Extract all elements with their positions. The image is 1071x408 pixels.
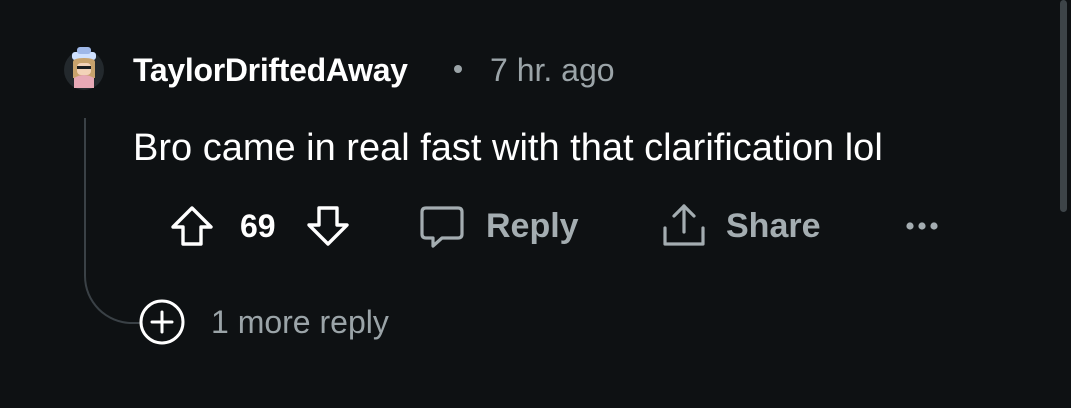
more-replies-link[interactable]: 1 more reply (211, 302, 389, 342)
avatar[interactable] (62, 44, 106, 92)
comment-thread: TaylorDriftedAway 7 hr. ago Bro came in … (0, 0, 1071, 408)
share-upload-icon[interactable] (660, 200, 708, 248)
share-button[interactable]: Share (726, 206, 821, 246)
arrow-down-icon[interactable] (306, 204, 350, 248)
comment-body: Bro came in real fast with that clarific… (133, 127, 883, 169)
speech-bubble-icon[interactable] (418, 202, 466, 250)
scrollbar[interactable] (1060, 0, 1067, 212)
plus-circle-icon[interactable] (138, 298, 186, 346)
separator-dot (454, 65, 462, 73)
thread-line[interactable] (84, 118, 140, 324)
vote-count: 69 (240, 208, 276, 244)
reply-button[interactable]: Reply (486, 206, 579, 246)
arrow-up-icon[interactable] (170, 204, 214, 248)
ellipsis-icon[interactable] (902, 214, 942, 238)
username[interactable]: TaylorDriftedAway (133, 50, 408, 90)
timestamp: 7 hr. ago (490, 52, 615, 88)
